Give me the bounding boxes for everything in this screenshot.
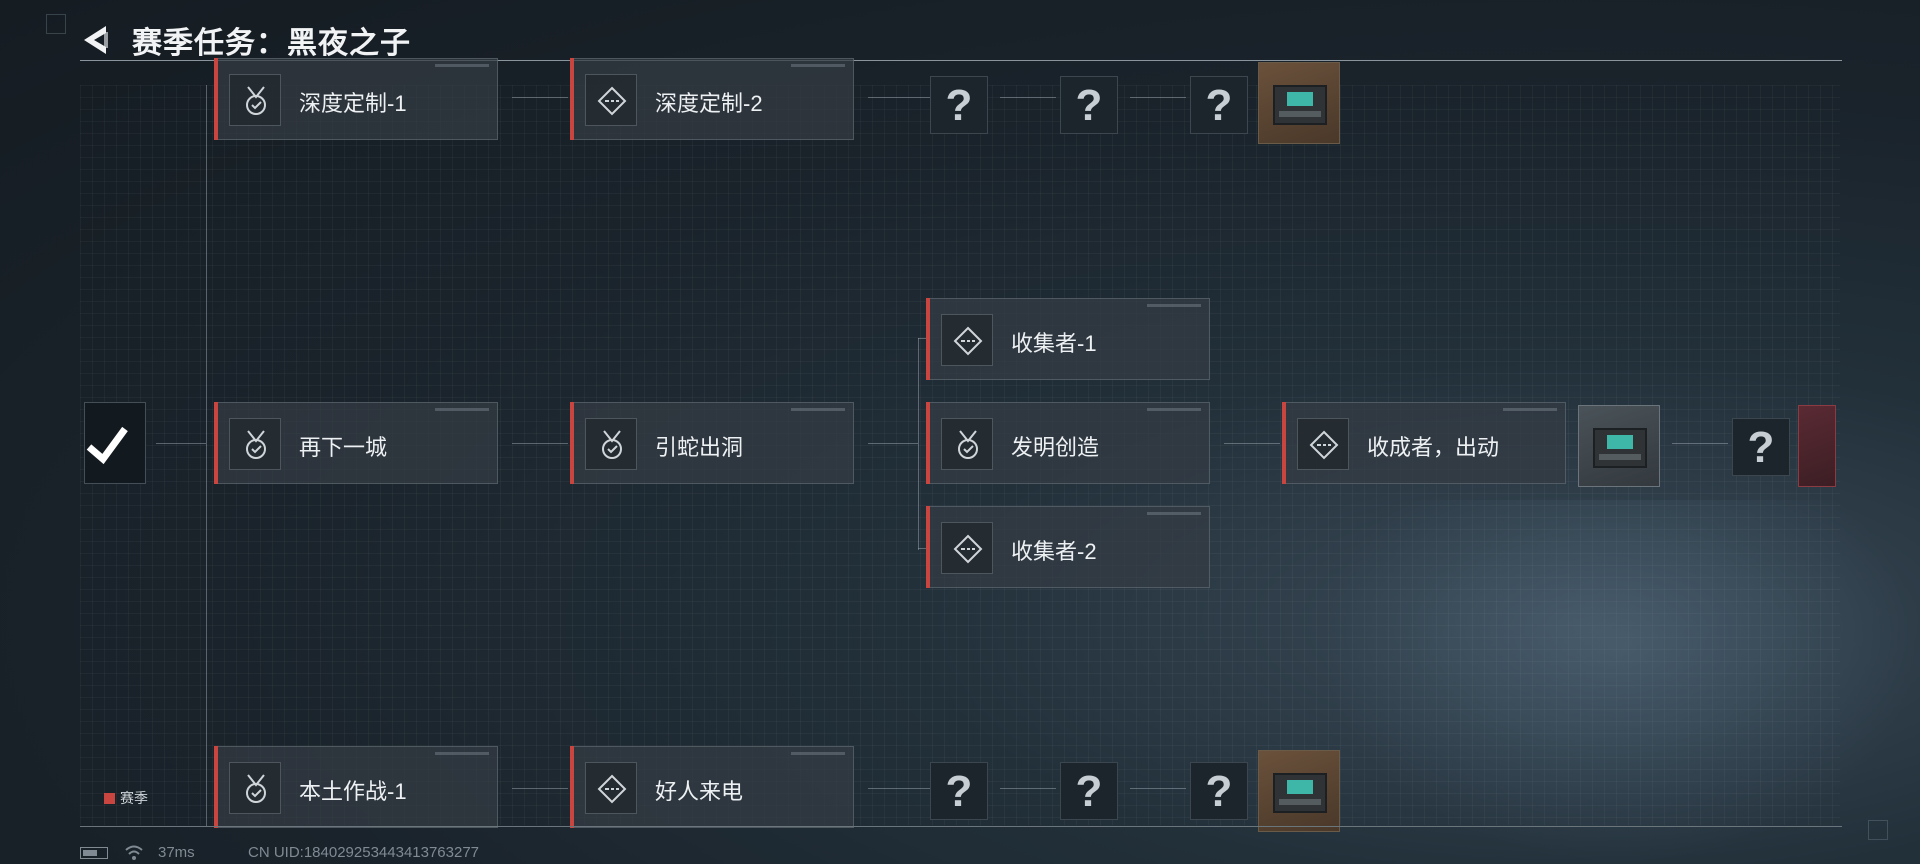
quest-node-collector-2[interactable]: 收集者-2 — [926, 506, 1210, 588]
quest-label: 发明创造 — [1011, 435, 1100, 460]
background-storm — [1320, 500, 1920, 864]
quest-label: 收成者，出动 — [1367, 435, 1500, 460]
back-button[interactable] — [78, 20, 112, 60]
connector-line — [868, 97, 930, 98]
locked-reward-box[interactable]: ? — [1060, 76, 1118, 134]
quest-label: 深度定制-2 — [655, 91, 763, 116]
diamond-dashes-icon — [585, 74, 637, 126]
legend-swatch — [104, 793, 115, 804]
connector-line — [1000, 97, 1056, 98]
crate-icon — [1273, 85, 1327, 125]
start-node-completed[interactable] — [84, 402, 146, 484]
medal-check-icon — [229, 418, 281, 470]
connector-line — [1130, 788, 1186, 789]
connector-line — [1130, 97, 1186, 98]
connector-line — [918, 548, 926, 549]
battery-icon — [80, 847, 108, 859]
medal-check-icon — [229, 762, 281, 814]
quest-node-lure-snake[interactable]: 引蛇出洞 — [570, 402, 854, 484]
locked-reward-box[interactable]: ? — [1060, 762, 1118, 820]
crate-icon — [1593, 428, 1647, 468]
diamond-dashes-icon — [941, 522, 993, 574]
locked-reward-box[interactable]: ? — [1732, 418, 1790, 476]
locked-reward-box[interactable]: ? — [1190, 762, 1248, 820]
connector-line — [156, 443, 206, 444]
diamond-dashes-icon — [1297, 418, 1349, 470]
connector-line — [512, 443, 568, 444]
corner-decoration — [1868, 820, 1888, 840]
quest-label: 收集者-2 — [1011, 539, 1097, 564]
connector-line — [1672, 443, 1728, 444]
diamond-dashes-icon — [585, 762, 637, 814]
locked-reward-box[interactable]: ? — [930, 762, 988, 820]
medal-check-icon — [585, 418, 637, 470]
quest-node-collector-1[interactable]: 收集者-1 — [926, 298, 1210, 380]
reward-item-crate[interactable] — [1258, 62, 1340, 144]
quest-label: 引蛇出洞 — [655, 435, 744, 460]
footer-divider — [80, 826, 1842, 827]
quest-label: 收集者-1 — [1011, 331, 1097, 356]
connector-line — [1224, 443, 1280, 444]
legend-label: 赛季 — [120, 790, 148, 806]
reward-item-crate[interactable] — [1578, 405, 1660, 487]
medal-check-icon — [941, 418, 993, 470]
diamond-dashes-icon — [941, 314, 993, 366]
ping-value: 37ms — [158, 844, 195, 861]
crate-icon — [1273, 773, 1327, 813]
quest-label: 深度定制-1 — [299, 91, 407, 116]
connector-line — [868, 443, 918, 444]
user-uid: CN UID:184029253443413763277 — [248, 844, 480, 861]
connector-line — [512, 97, 568, 98]
locked-reward-box[interactable]: ? — [930, 76, 988, 134]
quest-node-harvester[interactable]: 收成者，出动 — [1282, 402, 1566, 484]
page-title: 赛季任务：黑夜之子 — [132, 27, 411, 60]
quest-label: 再下一城 — [299, 435, 388, 460]
connector-line — [1000, 788, 1056, 789]
back-arrow-icon — [84, 26, 108, 54]
connector-line — [918, 338, 926, 339]
reward-item-outfit[interactable] — [1798, 405, 1836, 487]
quest-label: 本土作战-1 — [299, 779, 407, 804]
quest-node-next-city[interactable]: 再下一城 — [214, 402, 498, 484]
quest-node-home-battle-1[interactable]: 本土作战-1 — [214, 746, 498, 828]
quest-label: 好人来电 — [655, 779, 744, 804]
wifi-icon — [125, 845, 143, 860]
reward-item-crate[interactable] — [1258, 750, 1340, 832]
quest-node-invention[interactable]: 发明创造 — [926, 402, 1210, 484]
legend: 赛季 — [104, 788, 148, 808]
connector-line — [868, 788, 930, 789]
quest-node-good-call[interactable]: 好人来电 — [570, 746, 854, 828]
checkmark-icon — [86, 426, 128, 465]
locked-reward-box[interactable]: ? — [1190, 76, 1248, 134]
connector-line — [918, 338, 919, 550]
quest-node-depth-custom-2[interactable]: 深度定制-2 — [570, 58, 854, 140]
connector-line — [512, 788, 568, 789]
connector-line — [206, 85, 207, 827]
medal-check-icon — [229, 74, 281, 126]
quest-node-depth-custom-1[interactable]: 深度定制-1 — [214, 58, 498, 140]
